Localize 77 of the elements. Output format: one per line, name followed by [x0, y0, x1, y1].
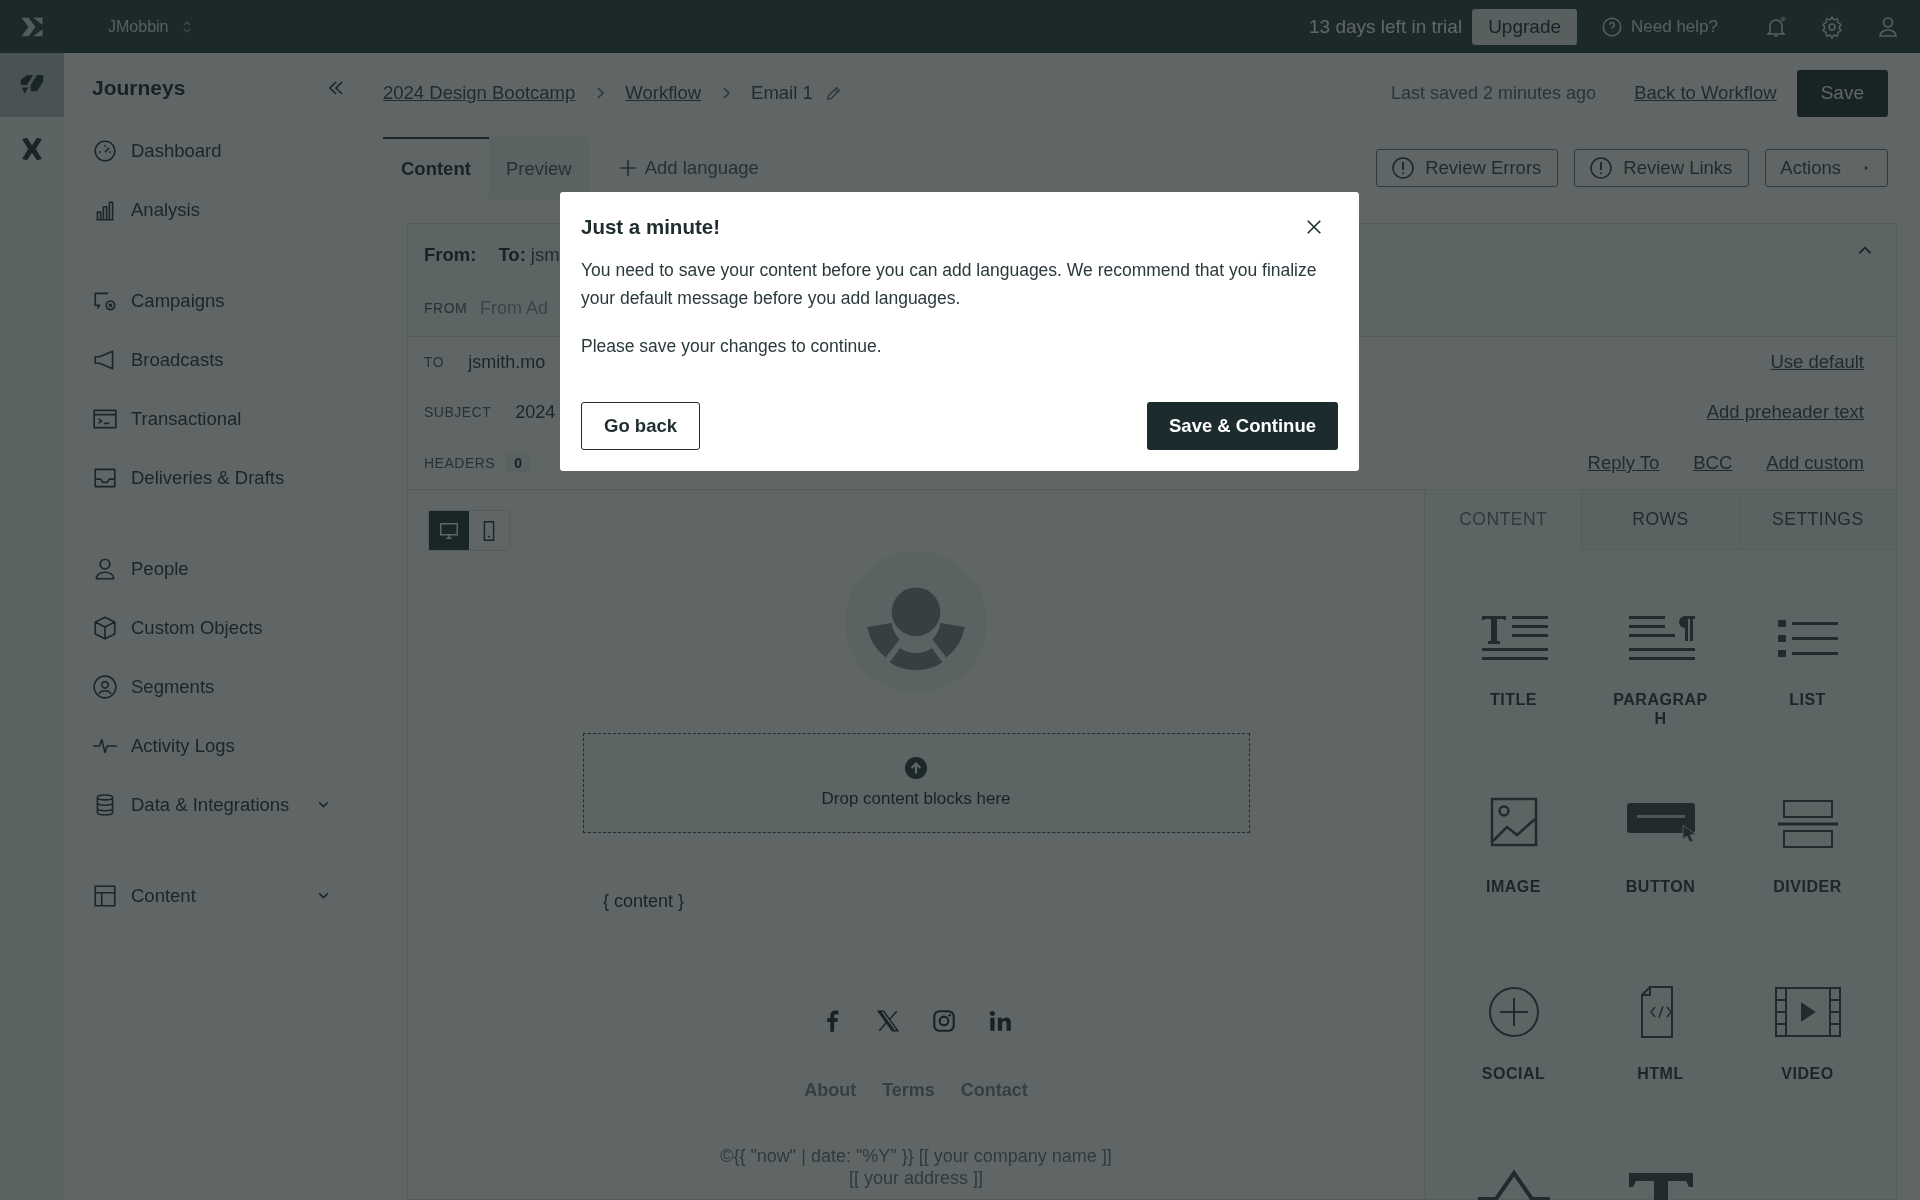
- field-value[interactable]: jsmith.mo: [468, 351, 546, 373]
- trial-text: 13 days left in trial: [1309, 15, 1463, 38]
- from-label: From:: [424, 244, 477, 266]
- cube-icon: [92, 614, 118, 641]
- field-label: TO: [424, 354, 445, 370]
- content-block[interactable]: LIST: [1734, 572, 1881, 759]
- notification-bell-icon[interactable]: [1764, 14, 1788, 39]
- user-icon[interactable]: [1876, 14, 1900, 39]
- go-back-button[interactable]: Go back: [581, 402, 700, 450]
- nav-item[interactable]: Transactional: [92, 389, 370, 448]
- content-block[interactable]: BUTTON: [1587, 759, 1734, 946]
- save-and-continue-button[interactable]: Save & Continue: [1147, 402, 1338, 450]
- toolbar-button[interactable]: Actions: [1765, 149, 1888, 187]
- header-link[interactable]: BCC: [1693, 452, 1733, 474]
- toolbar-button[interactable]: Review Errors: [1376, 149, 1559, 187]
- header-link[interactable]: Add preheader text: [1706, 401, 1864, 423]
- nav-item[interactable]: People: [92, 539, 370, 598]
- content-block[interactable]: TITLE: [1440, 572, 1587, 759]
- modal-text: You need to save your content before you can add languages. We recommend that you finalize your default message before you add languages.: [581, 259, 1318, 310]
- content-block[interactable]: HTML: [1587, 946, 1734, 1133]
- close-icon[interactable]: [1305, 218, 1323, 236]
- content-block[interactable]: PARAGRAPH: [1587, 572, 1734, 759]
- chevron-right-icon: [721, 86, 732, 100]
- field-label: SUBJECT: [424, 404, 492, 420]
- content-block[interactable]: VIDEO: [1734, 946, 1881, 1133]
- warning-icon: [1391, 156, 1416, 180]
- nav-item[interactable]: Activity Logs: [92, 716, 370, 775]
- nav-item[interactable]: Content: [92, 866, 370, 925]
- dashboard-icon: [92, 137, 118, 164]
- pencil-icon[interactable]: [824, 84, 843, 102]
- x-icon[interactable]: [875, 1008, 901, 1034]
- header-link[interactable]: Reply To: [1587, 452, 1660, 474]
- field-value[interactable]: 2024: [515, 401, 556, 423]
- layout-icon: [92, 882, 118, 909]
- nav-item[interactable]: Broadcasts: [92, 330, 370, 389]
- warning-icon: [1589, 156, 1614, 180]
- save-button[interactable]: Save: [1796, 69, 1888, 117]
- to-value: jsm: [530, 244, 560, 266]
- upload-icon: [905, 757, 927, 779]
- nav-item[interactable]: Data & Integrations: [92, 775, 370, 834]
- instagram-icon[interactable]: [931, 1008, 957, 1034]
- nav-item[interactable]: Custom Objects: [92, 598, 370, 657]
- header-link[interactable]: Add custom: [1766, 452, 1864, 474]
- upgrade-button[interactable]: Upgrade: [1472, 8, 1578, 45]
- nav-item[interactable]: Segments: [92, 657, 370, 716]
- panel-tab[interactable]: ROWS: [1581, 490, 1739, 550]
- to-label: To:: [498, 244, 526, 266]
- desktop-view-button[interactable]: [429, 511, 469, 550]
- drop-zone[interactable]: Drop content blocks here: [582, 733, 1250, 833]
- linkedin-icon[interactable]: [987, 1008, 1013, 1034]
- modal-title: Just a minute!: [581, 215, 720, 239]
- modal-text: Please save your changes to continue.: [581, 335, 883, 358]
- settings-icon[interactable]: [1820, 14, 1844, 39]
- chevron-right-icon: [595, 86, 606, 100]
- toolbar-button[interactable]: Review Links: [1574, 149, 1750, 187]
- up-down-chevron-icon: [182, 19, 193, 34]
- count-badge: 0: [505, 453, 531, 473]
- header-link[interactable]: Use default: [1770, 351, 1864, 373]
- content-block[interactable]: DIVIDER: [1734, 759, 1881, 946]
- content-block[interactable]: SOCIAL: [1440, 946, 1587, 1133]
- breadcrumb-current: Email 1: [751, 82, 813, 104]
- sidebar-title: Journeys: [92, 76, 186, 100]
- content-field[interactable]: { content }: [603, 891, 685, 912]
- add-language-button[interactable]: Add language: [618, 157, 759, 179]
- breadcrumb-link[interactable]: Workflow: [625, 82, 702, 104]
- content-block[interactable]: IMAGE: [1440, 759, 1587, 946]
- panel-tab[interactable]: SETTINGS: [1738, 490, 1896, 550]
- nav-item[interactable]: Dashboard: [92, 121, 370, 180]
- back-to-workflow-link[interactable]: Back to Workflow: [1634, 82, 1777, 104]
- breadcrumb-link[interactable]: 2024 Design Bootcamp: [383, 82, 576, 104]
- plus-icon: [618, 159, 637, 177]
- field-label: HEADERS: [424, 455, 496, 471]
- nav-item[interactable]: Campaigns: [92, 271, 370, 330]
- nav-item[interactable]: Deliveries & Drafts: [92, 448, 370, 507]
- journeys-app-button[interactable]: [0, 53, 64, 117]
- help-icon: [1601, 15, 1624, 38]
- nav-item[interactable]: Analysis: [92, 180, 370, 239]
